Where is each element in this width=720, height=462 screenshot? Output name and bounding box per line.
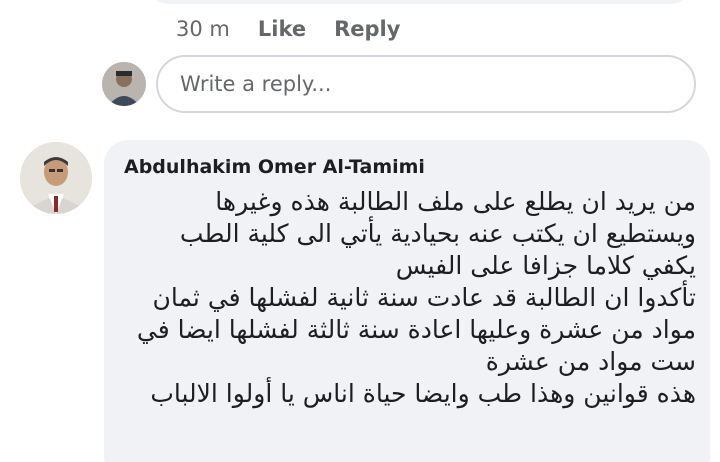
comment-timestamp[interactable]: 30 m [176,17,230,41]
comment-text: من يريد ان يطلع على ملف الطالبة هذه وغير… [116,186,696,410]
reply-button[interactable]: Reply [334,17,400,41]
previous-comment-bubble [150,0,690,4]
comment-line: يكفي كلاما جزافا على الفيس [395,251,696,280]
comment-line: مواد من عشرة وعليها اعادة سنة ثالثة لفشل… [136,315,696,344]
comment-actions-row: 30 m Like Reply [176,15,400,43]
comment-line: ست مواد من عشرة [485,347,696,376]
reply-input[interactable] [156,55,696,113]
comment-line: من يريد ان يطلع على ملف الطالبة هذه وغير… [215,187,696,216]
comment-line: هذه قوانين وهذا طب وايضا حياة اناس يا أو… [150,379,696,408]
current-user-avatar[interactable] [102,62,146,106]
user-avatar-icon [102,62,146,106]
like-button[interactable]: Like [258,17,306,41]
comment-line: تأكدوا ان الطالبة قد عادت سنة ثانية لفشل… [152,283,696,312]
comment-author-name[interactable]: Abdulhakim Omer Al-Tamimi [124,156,425,178]
comment-line: ويستطيع ان يكتب عنه بحيادية يأتي الى كلي… [179,219,696,248]
commenter-avatar-icon [20,142,92,214]
comment-thread: 30 m Like Reply Abdulhakim Omer Al-Tamim… [0,0,720,462]
commenter-avatar[interactable] [20,142,92,214]
